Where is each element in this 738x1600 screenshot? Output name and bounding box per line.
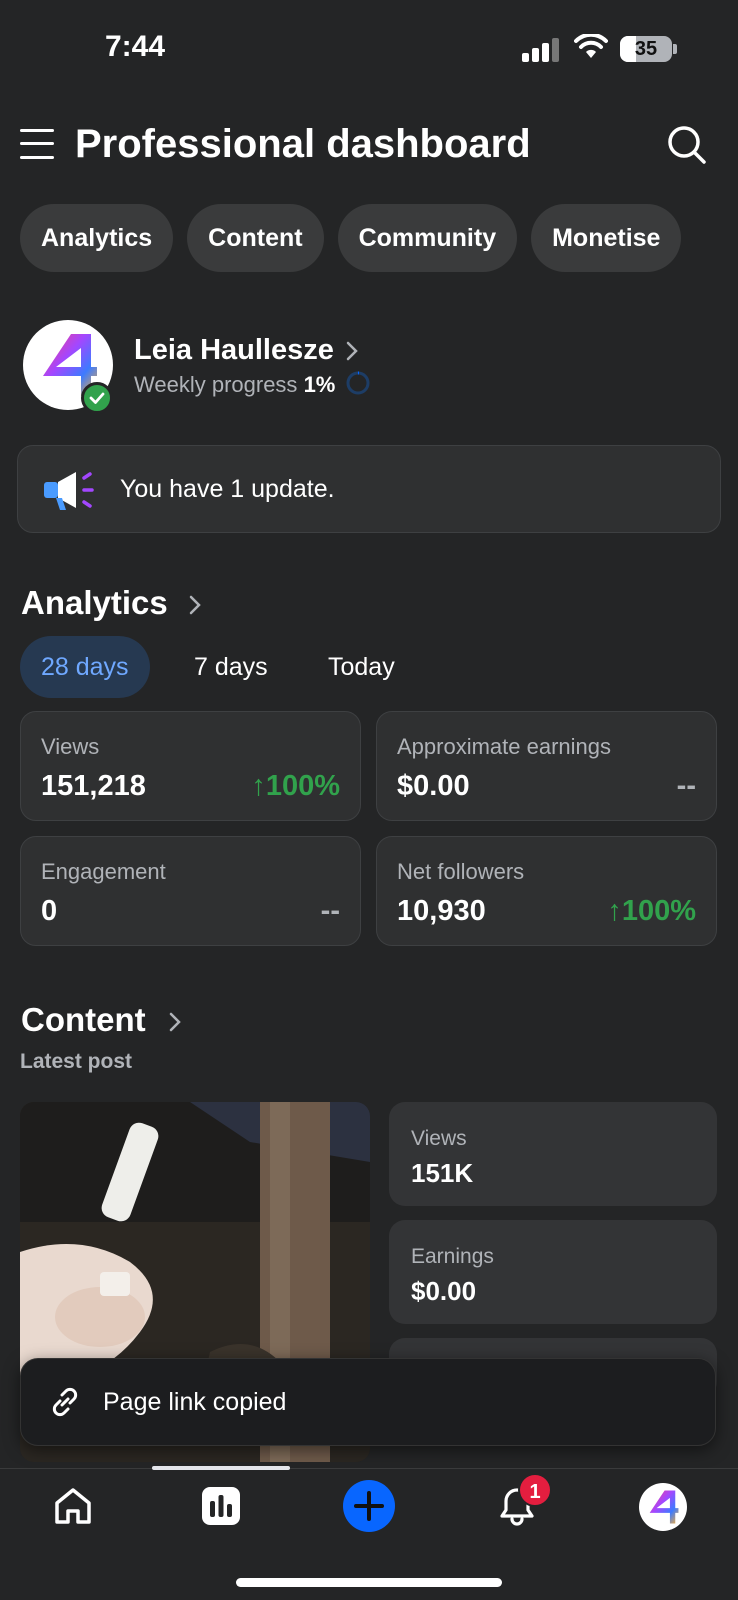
post-stat-value: $0.00 <box>411 1276 477 1306</box>
status-time: 7:44 <box>105 30 166 63</box>
stat-change: -- <box>676 770 696 802</box>
stat-change: ↑100% <box>251 770 340 802</box>
content-title[interactable]: Content <box>21 1001 146 1039</box>
menu-icon[interactable] <box>20 128 54 160</box>
notification-badge: 1 <box>518 1473 552 1507</box>
header: Professional dashboard <box>0 115 738 175</box>
stat-card-earnings[interactable]: Approximate earnings $0.00 -- <box>376 711 717 821</box>
stat-change: ↑100% <box>607 895 696 927</box>
stat-card-engagement[interactable]: Engagement 0 -- <box>20 836 361 946</box>
stat-value: 0 <box>41 895 58 927</box>
stat-value: 10,930 <box>397 895 486 927</box>
profile-header[interactable]: Leia Haullesze Weekly progress 1% <box>23 320 723 420</box>
create-icon[interactable] <box>342 1479 396 1533</box>
page-title: Professional dashboard <box>75 122 531 166</box>
chip-analytics[interactable]: Analytics <box>20 204 174 272</box>
profile-avatar <box>23 320 113 414</box>
analytics-title[interactable]: Analytics <box>21 584 168 622</box>
home-icon[interactable] <box>52 1485 94 1527</box>
battery-icon: 35 <box>620 36 672 62</box>
cellular-signal-icon <box>522 38 562 62</box>
toast-notification: Page link copied <box>20 1358 716 1446</box>
chip-content[interactable]: Content <box>187 204 324 272</box>
chevron-right-icon <box>346 341 358 361</box>
chevron-right-icon[interactable] <box>168 1011 182 1033</box>
progress-ring-icon <box>346 371 370 395</box>
tab-7-days[interactable]: 7 days <box>194 636 268 698</box>
stat-card-views[interactable]: Views 151,218 ↑100% <box>20 711 361 821</box>
tab-28-days[interactable]: 28 days <box>20 636 150 698</box>
weekly-progress-label: Weekly progress <box>134 372 298 397</box>
update-text: You have 1 update. <box>120 475 335 503</box>
stat-label: Net followers <box>397 859 525 884</box>
chevron-right-icon[interactable] <box>188 594 202 616</box>
post-stat-label: Earnings <box>411 1245 494 1268</box>
megaphone-icon <box>44 472 94 510</box>
post-stat-value: 151K <box>411 1158 474 1188</box>
post-stat-earnings: Earnings $0.00 <box>389 1220 717 1324</box>
latest-post-label: Latest post <box>20 1050 133 1073</box>
stat-label: Approximate earnings <box>397 734 612 759</box>
active-tab-indicator <box>152 1466 290 1470</box>
post-stat-views: Views 151K <box>389 1102 717 1206</box>
link-icon <box>52 1387 78 1417</box>
toast-text: Page link copied <box>103 1388 287 1416</box>
wifi-icon <box>574 34 608 58</box>
stat-value: 151,218 <box>41 770 146 802</box>
stat-value: $0.00 <box>397 770 470 802</box>
search-icon[interactable] <box>667 125 707 165</box>
chip-monetise[interactable]: Monetise <box>531 204 682 272</box>
four-logo-icon <box>649 1490 679 1524</box>
stat-change: -- <box>320 895 340 927</box>
home-indicator <box>236 1578 502 1587</box>
weekly-progress-value: 1% <box>303 372 336 397</box>
verified-check-icon <box>81 382 113 414</box>
stat-label: Views <box>41 734 100 759</box>
profile-name: Leia Haullesze <box>134 334 334 366</box>
update-card[interactable]: You have 1 update. <box>17 445 721 533</box>
tab-today[interactable]: Today <box>328 636 395 698</box>
chip-community[interactable]: Community <box>337 204 518 272</box>
profile-avatar-small[interactable] <box>639 1483 687 1531</box>
battery-tip <box>673 44 677 54</box>
battery-level: 35 <box>634 38 658 60</box>
section-chips: Analytics Content Community Monetise <box>20 204 682 272</box>
insights-icon[interactable] <box>200 1485 242 1527</box>
status-bar: 7:44 35 <box>0 0 738 100</box>
stat-card-net-followers[interactable]: Net followers 10,930 ↑100% <box>376 836 717 946</box>
weekly-progress: Weekly progress 1% <box>134 372 335 398</box>
post-stat-label: Views <box>411 1127 467 1150</box>
notifications-button[interactable]: 1 <box>496 1473 552 1527</box>
stat-label: Engagement <box>41 859 166 884</box>
